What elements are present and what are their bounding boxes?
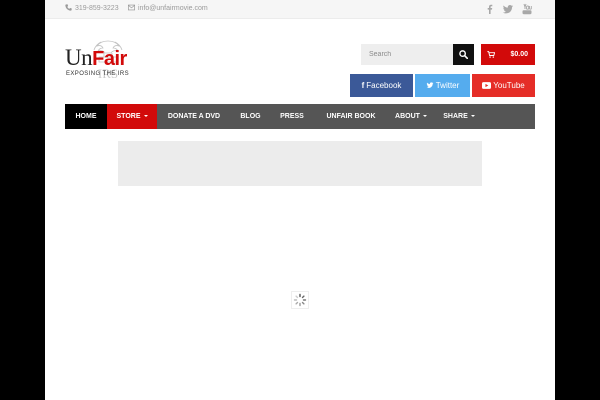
nav-item-label: STORE (116, 113, 141, 120)
facebook-label: Facebook (366, 81, 402, 90)
email-contact[interactable]: info@unfairmovie.com (128, 4, 208, 14)
shopping-cart-icon (487, 51, 495, 58)
nav-item-label: UNFAIR BOOK (326, 113, 376, 120)
phone-number: 319-859-3223 (75, 5, 119, 12)
twitter-icon[interactable] (502, 3, 514, 15)
facebook-icon: f (361, 81, 365, 90)
logo-tagline: EXPOSING THE IRS (66, 71, 129, 77)
envelope-icon (128, 4, 135, 11)
twitter-button[interactable]: Twitter (415, 74, 470, 97)
nav-item-unfair-book[interactable]: UNFAIR BOOK (314, 104, 388, 129)
main-navigation: HOME STORE DONATE A DVD BLOG PRESS UNFAI… (65, 104, 535, 129)
nav-item-label: SHARE (443, 113, 468, 120)
search-input[interactable] (361, 44, 453, 65)
youtube-play-icon (482, 82, 492, 89)
nav-item-label: DONATE A DVD (167, 113, 221, 120)
site-logo[interactable]: IRS UnFair EXPOSING THE IRS (65, 38, 153, 80)
nav-item-blog[interactable]: BLOG (231, 104, 270, 129)
nav-item-label: ABOUT (395, 113, 420, 120)
email-address: info@unfairmovie.com (138, 5, 208, 12)
search-button[interactable] (453, 44, 474, 65)
nav-item-label: BLOG (240, 113, 261, 120)
page-container: 319-859-3223 info@unfairmovie.com IRS Un… (45, 0, 555, 400)
twitter-label: Twitter (435, 81, 460, 90)
nav-item-press[interactable]: PRESS (270, 104, 314, 129)
chevron-down-icon (143, 115, 148, 117)
facebook-button[interactable]: f Facebook (350, 74, 413, 97)
nav-item-store[interactable]: STORE (107, 104, 157, 129)
logo-word-fair: Fair (92, 48, 127, 70)
cart-button[interactable]: $0.00 (481, 44, 535, 65)
phone-icon (65, 4, 72, 11)
nav-item-home[interactable]: HOME (65, 104, 107, 129)
phone-contact[interactable]: 319-859-3223 (65, 4, 119, 14)
nav-item-about[interactable]: ABOUT (388, 104, 434, 129)
search-icon (459, 50, 468, 59)
nav-item-label: PRESS (280, 113, 304, 120)
ad-banner-placeholder (118, 141, 482, 186)
nav-item-label: HOME (75, 113, 97, 120)
youtube-label: YouTube (493, 81, 525, 90)
logo-word-un: Un (65, 45, 93, 70)
youtube-button[interactable]: YouTube (472, 74, 535, 97)
facebook-icon[interactable] (484, 3, 496, 15)
nav-item-donate-a-dvd[interactable]: DONATE A DVD (157, 104, 231, 129)
chevron-down-icon (470, 115, 475, 117)
loading-spinner-icon (291, 291, 309, 309)
chevron-down-icon (422, 115, 427, 117)
cart-total: $0.00 (510, 51, 528, 58)
nav-item-share[interactable]: SHARE (434, 104, 484, 129)
logo-wordmark: UnFair (65, 46, 127, 71)
top-info-bar: 319-859-3223 info@unfairmovie.com (45, 0, 555, 19)
twitter-icon (426, 82, 434, 88)
youtube-icon[interactable] (521, 3, 533, 15)
